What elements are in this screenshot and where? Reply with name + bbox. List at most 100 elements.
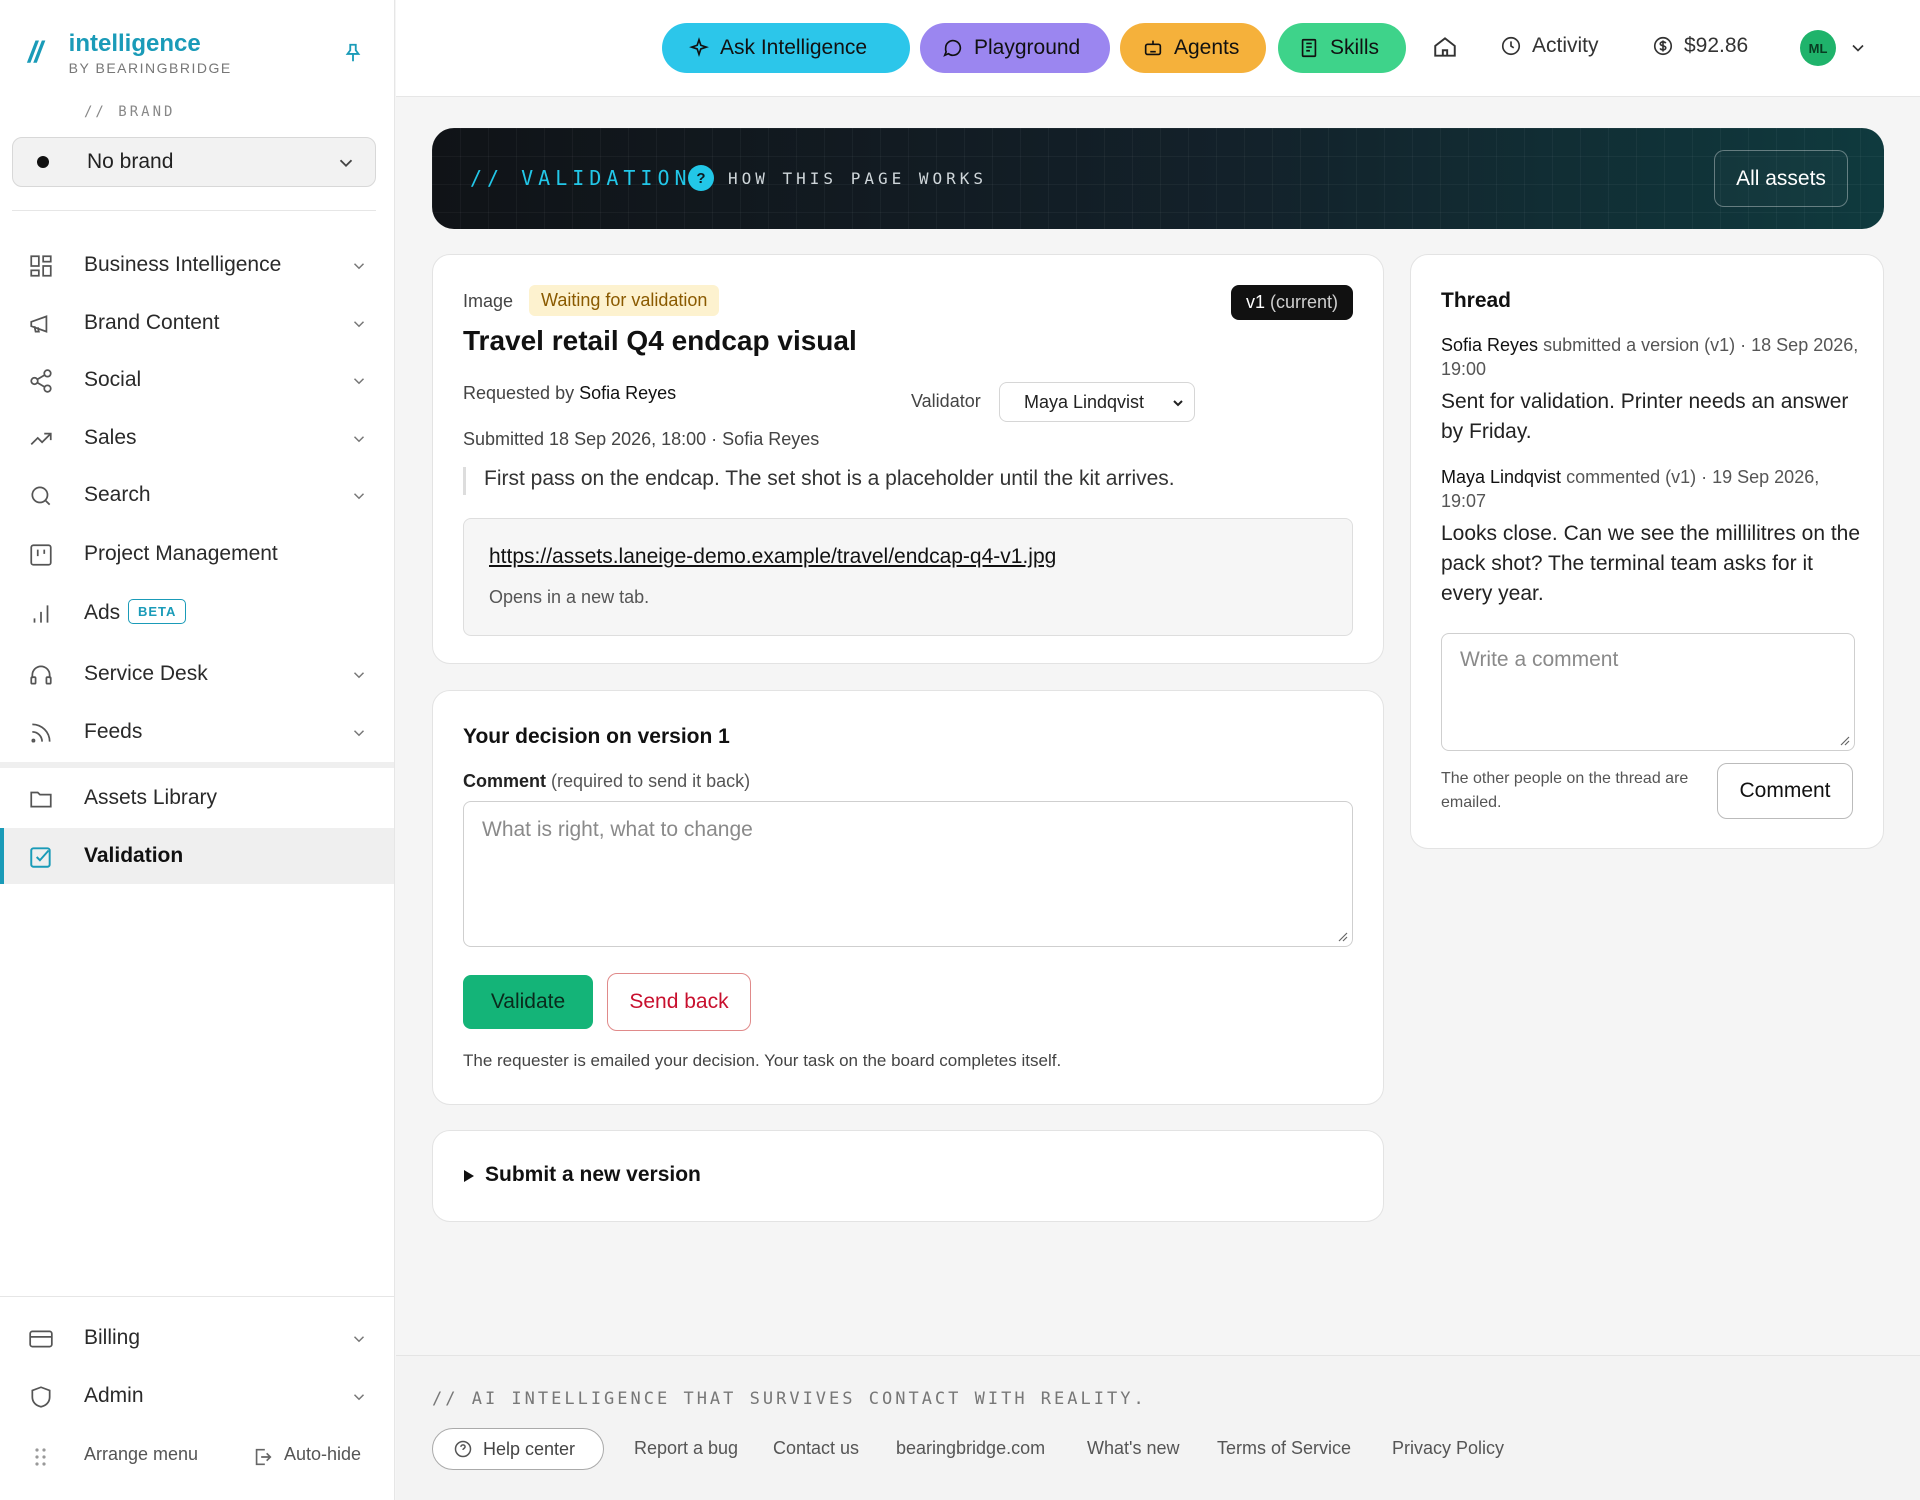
sidebar-item-label: Ads xyxy=(84,601,121,624)
chevron-down-icon xyxy=(353,672,365,679)
skills-button[interactable]: Skills xyxy=(1278,23,1406,73)
thread-comment-placeholder: Write a comment xyxy=(1460,648,1619,671)
thread-comment-textarea[interactable]: Write a comment xyxy=(1441,633,1855,751)
avatar[interactable]: ML xyxy=(1800,30,1836,66)
playground-label: Playground xyxy=(974,36,1081,59)
book-icon xyxy=(1301,38,1317,58)
help-center-button[interactable]: Help center xyxy=(432,1428,604,1470)
sidebar-item-business-intelligence[interactable]: Business Intelligence xyxy=(0,237,394,293)
sidebar-item-assets-library[interactable]: Assets Library xyxy=(0,770,394,826)
app-subtitle: BY BEARINGBRIDGE xyxy=(68,60,232,76)
how-this-page-works-button[interactable]: ? HOW THIS PAGE WORKS xyxy=(688,165,987,191)
question-icon: ? xyxy=(688,165,714,191)
home-icon[interactable] xyxy=(1432,34,1458,60)
sidebar-item-service-desk[interactable]: Service Desk xyxy=(0,646,394,702)
playground-button[interactable]: Playground xyxy=(920,23,1110,73)
activity-label: Activity xyxy=(1532,34,1599,57)
drag-handle-icon[interactable] xyxy=(32,1446,50,1468)
asset-type: Image xyxy=(463,291,514,311)
beta-badge: BETA xyxy=(128,599,187,624)
thread-author: Maya Lindqvist xyxy=(1441,467,1562,487)
submit-new-version-toggle[interactable]: Submit a new version xyxy=(432,1130,1384,1222)
brand-select[interactable]: No brand xyxy=(12,137,376,187)
resize-handle-icon[interactable] xyxy=(1838,734,1850,746)
pin-icon[interactable] xyxy=(342,42,364,64)
resize-handle-icon[interactable] xyxy=(1336,930,1348,942)
chevron-down-icon xyxy=(353,1336,365,1343)
chevron-down-icon xyxy=(1173,400,1183,407)
decision-title: Your decision on version 1 xyxy=(463,725,730,748)
validator-select[interactable]: Maya Lindqvist xyxy=(999,382,1195,422)
sidebar-item-validation[interactable]: Validation xyxy=(0,828,394,884)
version-number: v1 xyxy=(1245,292,1265,312)
rss-icon xyxy=(31,723,51,743)
footer-link-website[interactable]: bearingbridge.com xyxy=(896,1438,1045,1459)
sidebar-item-search[interactable]: Search xyxy=(0,467,394,523)
app-name: intelligence xyxy=(68,30,201,57)
footer-link-terms[interactable]: Terms of Service xyxy=(1217,1438,1351,1459)
sidebar-item-ads[interactable]: Ads BETA xyxy=(0,585,394,641)
asset-card: Image Waiting for validation v1 (current… xyxy=(432,254,1384,664)
divider xyxy=(12,210,376,211)
thread-note: The other people on the thread are email… xyxy=(1441,770,1689,811)
balance-link[interactable]: $92.86 xyxy=(1652,34,1748,58)
thread-entry-meta: Maya Lindqvist commented (v1) · 19 Sep 2… xyxy=(1441,465,1861,513)
footer-link-privacy[interactable]: Privacy Policy xyxy=(1392,1438,1504,1459)
chevron-down-icon xyxy=(353,730,365,737)
chevron-down-icon[interactable] xyxy=(1848,38,1868,58)
all-assets-button[interactable]: All assets xyxy=(1714,150,1848,207)
sidebar-item-project-management[interactable]: Project Management xyxy=(0,526,394,582)
headset-icon xyxy=(30,665,52,685)
megaphone-icon xyxy=(30,315,48,333)
decision-comment-textarea[interactable]: What is right, what to change xyxy=(463,801,1353,947)
balance-value: $92.86 xyxy=(1684,34,1749,57)
robot-icon xyxy=(1144,40,1162,56)
version-current-label: (current) xyxy=(1269,292,1338,312)
footer-link-whats-new[interactable]: What's new xyxy=(1087,1438,1179,1459)
sidebar-item-label: Sales xyxy=(84,426,137,449)
decision-card: Your decision on version 1 Comment (requ… xyxy=(432,690,1384,1105)
ask-intelligence-button[interactable]: Ask Intelligence xyxy=(662,23,910,73)
requester-name: Sofia Reyes xyxy=(579,383,677,403)
sidebar: // intelligence BY BEARINGBRIDGE // BRAN… xyxy=(0,0,395,1500)
decision-note: The requester is emailed your decision. … xyxy=(463,1051,1062,1070)
auto-hide-button[interactable]: Auto-hide xyxy=(284,1444,361,1465)
exit-icon xyxy=(255,1448,272,1466)
check-square-icon xyxy=(30,847,51,868)
thread-entry-body: Looks close. Can we see the millilitres … xyxy=(1441,522,1861,605)
thread-entry-body: Sent for validation. Printer needs an an… xyxy=(1441,390,1849,443)
credit-card-icon xyxy=(29,1330,53,1348)
thread-author: Sofia Reyes xyxy=(1441,335,1539,355)
kanban-icon xyxy=(30,544,52,566)
dollar-circle-icon xyxy=(1653,36,1673,56)
divider xyxy=(0,762,394,768)
thread-card: Thread Sofia Reyes submitted a version (… xyxy=(1410,254,1884,849)
sidebar-item-social[interactable]: Social xyxy=(0,352,394,408)
footer-link-report-bug[interactable]: Report a bug xyxy=(634,1438,738,1459)
footer: // AI INTELLIGENCE THAT SURVIVES CONTACT… xyxy=(396,1355,1920,1500)
asset-url-link[interactable]: https://assets.laneige-demo.example/trav… xyxy=(489,545,1056,569)
arrange-menu-button[interactable]: Arrange menu xyxy=(84,1444,198,1465)
comment-button[interactable]: Comment xyxy=(1717,763,1853,819)
app-logo[interactable]: // intelligence BY BEARINGBRIDGE xyxy=(28,30,232,76)
validate-button[interactable]: Validate xyxy=(463,975,593,1029)
sidebar-item-brand-content[interactable]: Brand Content xyxy=(0,295,394,351)
sidebar-item-admin[interactable]: Admin xyxy=(0,1368,394,1424)
version-badge[interactable]: v1 (current) xyxy=(1230,285,1353,320)
agents-button[interactable]: Agents xyxy=(1120,23,1266,73)
sidebar-item-sales[interactable]: Sales xyxy=(0,410,394,466)
sidebar-item-billing[interactable]: Billing xyxy=(0,1310,394,1366)
activity-link[interactable]: Activity xyxy=(1500,34,1599,58)
sidebar-item-label: Validation xyxy=(84,844,184,867)
status-badge: Waiting for validation xyxy=(529,285,720,316)
sidebar-item-label: Feeds xyxy=(84,720,143,743)
chat-bubble-icon xyxy=(943,39,962,57)
sidebar-item-feeds[interactable]: Feeds xyxy=(0,704,394,760)
footer-tagline: // AI INTELLIGENCE THAT SURVIVES CONTACT… xyxy=(432,1389,1147,1409)
chevron-down-icon xyxy=(353,263,365,270)
chevron-down-icon xyxy=(353,321,365,328)
footer-link-contact[interactable]: Contact us xyxy=(773,1438,859,1459)
send-back-button[interactable]: Send back xyxy=(607,973,751,1031)
page-title: // VALIDATION xyxy=(470,166,692,190)
submission-note: First pass on the endcap. The set shot i… xyxy=(463,467,1175,495)
